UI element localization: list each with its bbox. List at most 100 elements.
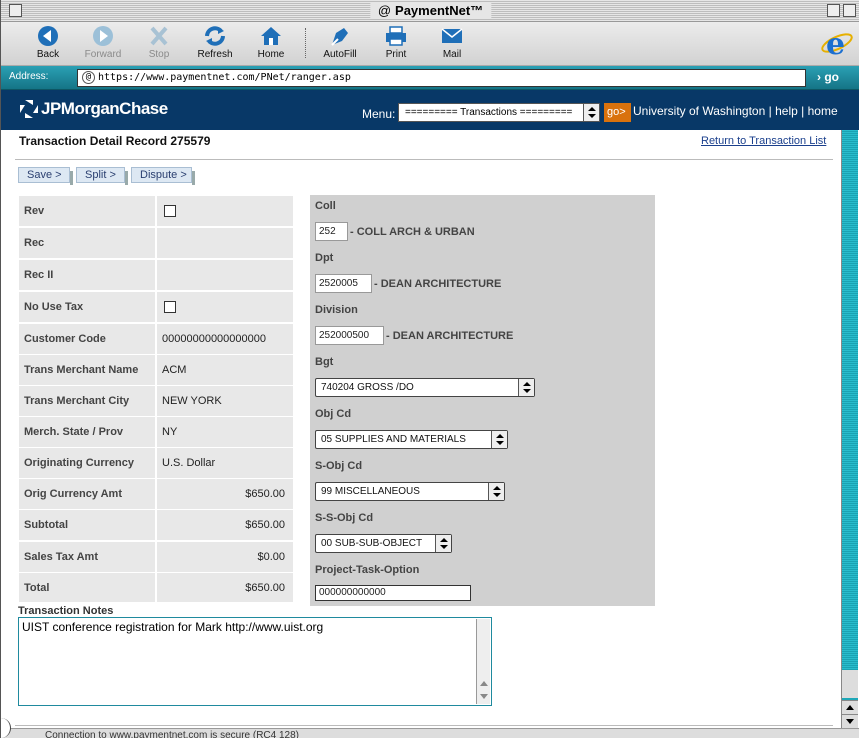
help-link[interactable]: help (775, 104, 798, 118)
account-coding-panel: Coll 252 - COLL ARCH & URBAN Dpt 2520005… (310, 195, 655, 606)
coll-description: - COLL ARCH & URBAN (350, 226, 475, 238)
division-description: - DEAN ARCHITECTURE (386, 330, 514, 342)
detail-value: $650.00 (157, 573, 293, 602)
return-to-list-link[interactable]: Return to Transaction List (701, 135, 826, 147)
mail-button[interactable]: Mail (423, 25, 481, 60)
bgt-label: Bgt (315, 356, 334, 368)
printer-icon (386, 26, 406, 46)
detail-label: Trans Merchant City (19, 386, 155, 416)
home-icon (261, 27, 281, 45)
transaction-notes-textarea[interactable]: UIST conference registration for Mark ht… (18, 617, 492, 706)
autofill-icon (331, 28, 348, 46)
sobjcd-label: S-Obj Cd (315, 460, 363, 472)
detail-label: Rec (19, 228, 155, 258)
menu-select[interactable]: ========= Transactions ========= (398, 103, 600, 122)
close-box[interactable] (9, 4, 22, 17)
detail-value: NEW YORK (157, 386, 293, 416)
detail-row-rev: Rev (19, 196, 293, 226)
detail-row-total: Total $650.00 (19, 573, 293, 602)
scroll-down-arrow-icon[interactable] (480, 694, 488, 699)
stop-button[interactable]: Stop (130, 25, 188, 60)
objcd-select[interactable]: 05 SUPPLIES AND MATERIALS (315, 430, 508, 449)
page-scrollbar[interactable] (841, 130, 858, 728)
split-button[interactable]: Split > (76, 167, 128, 185)
detail-value: ACM (157, 355, 293, 385)
detail-row-merchant-state: Merch. State / Prov NY (19, 417, 293, 447)
scroll-down-arrow-icon[interactable] (842, 714, 858, 728)
home-button[interactable]: Home (242, 25, 300, 60)
mail-envelope-icon (441, 28, 463, 43)
org-link[interactable]: University of Washington (633, 104, 765, 118)
address-label: Address: (9, 71, 49, 82)
url-field[interactable]: @ https://www.paymentnet.com/PNet/ranger… (77, 69, 806, 87)
detail-value: U.S. Dollar (157, 448, 293, 478)
detail-row-subtotal: Subtotal $650.00 (19, 510, 293, 540)
detail-value: $650.00 (157, 479, 293, 509)
detail-row-rec-ii: Rec II (19, 260, 293, 290)
scroll-up-arrow-icon[interactable] (480, 681, 488, 686)
detail-value: 00000000000000000 (157, 324, 293, 354)
at-icon: @ (377, 3, 392, 18)
svg-text:e: e (826, 27, 845, 60)
address-go-button[interactable]: › go (817, 70, 839, 84)
select-arrows-icon (435, 535, 451, 552)
scroll-thumb[interactable] (842, 670, 858, 698)
rev-checkbox[interactable] (164, 205, 176, 217)
no-use-tax-checkbox[interactable] (164, 301, 176, 313)
scroll-up-arrow-icon[interactable] (842, 700, 858, 714)
dpt-label: Dpt (315, 252, 334, 264)
dpt-input[interactable]: 2520005 (315, 274, 372, 293)
detail-label: Rev (19, 196, 155, 226)
page-title: Transaction Detail Record 275579 (19, 134, 211, 148)
detail-value: $650.00 (157, 510, 293, 540)
division-input[interactable]: 252000500 (315, 326, 384, 345)
refresh-button[interactable]: Refresh (186, 25, 244, 60)
detail-value (157, 228, 293, 258)
pto-input[interactable]: 000000000000 (315, 585, 471, 601)
coll-label: Coll (315, 200, 336, 212)
detail-label: Orig Currency Amt (19, 479, 155, 509)
select-arrows-icon (491, 431, 507, 448)
site-header: JPMorganChase Menu: ========= Transactio… (1, 90, 859, 130)
forward-button[interactable]: Forward (74, 25, 132, 60)
menu-go-button[interactable]: go> (604, 103, 631, 122)
detail-row-merchant-city: Trans Merchant City NEW YORK (19, 386, 293, 416)
jpmorganchase-logo[interactable]: JPMorganChase (19, 99, 168, 119)
print-button[interactable]: Print (367, 25, 425, 60)
ssobjcd-select[interactable]: 00 SUB-SUB-OBJECT (315, 534, 452, 553)
division-label: Division (315, 304, 358, 316)
notes-label: Transaction Notes (18, 605, 114, 617)
dispute-button[interactable]: Dispute > (131, 167, 195, 185)
select-arrows-icon (583, 104, 599, 121)
title-bar[interactable]: @ PaymentNet™ (1, 0, 859, 22)
back-button[interactable]: Back (19, 25, 77, 60)
home-link[interactable]: home (808, 104, 838, 118)
notes-scrollbar[interactable] (476, 619, 490, 704)
detail-row-rec: Rec (19, 228, 293, 258)
select-arrows-icon (518, 379, 534, 396)
zoom-box[interactable] (827, 4, 840, 17)
forward-arrow-icon (93, 26, 113, 46)
sobjcd-select[interactable]: 99 MISCELLANEOUS (315, 482, 505, 501)
divider (15, 725, 833, 726)
detail-value: $0.00 (157, 542, 293, 572)
detail-label: Originating Currency (19, 448, 155, 478)
detail-label: Rec II (19, 260, 155, 290)
status-bar: Connection to www.paymentnet.com is secu… (1, 728, 859, 738)
detail-label: No Use Tax (19, 292, 155, 322)
scroll-track[interactable] (842, 130, 858, 690)
header-links: University of Washington | help | home (633, 104, 838, 118)
detail-value (157, 196, 293, 226)
coll-input[interactable]: 252 (315, 222, 348, 241)
bgt-select[interactable]: 740204 GROSS /DO (315, 378, 535, 397)
ssobjcd-label: S-S-Obj Cd (315, 512, 374, 524)
link-separator: | (801, 104, 805, 118)
autofill-button[interactable]: AutoFill (311, 25, 369, 60)
detail-value: NY (157, 417, 293, 447)
collapse-box[interactable] (843, 4, 856, 17)
link-separator: | (768, 104, 772, 118)
select-arrows-icon (488, 483, 504, 500)
dpt-description: - DEAN ARCHITECTURE (374, 278, 502, 290)
window-title: @ PaymentNet™ (369, 3, 492, 18)
save-button[interactable]: Save > (18, 167, 73, 185)
